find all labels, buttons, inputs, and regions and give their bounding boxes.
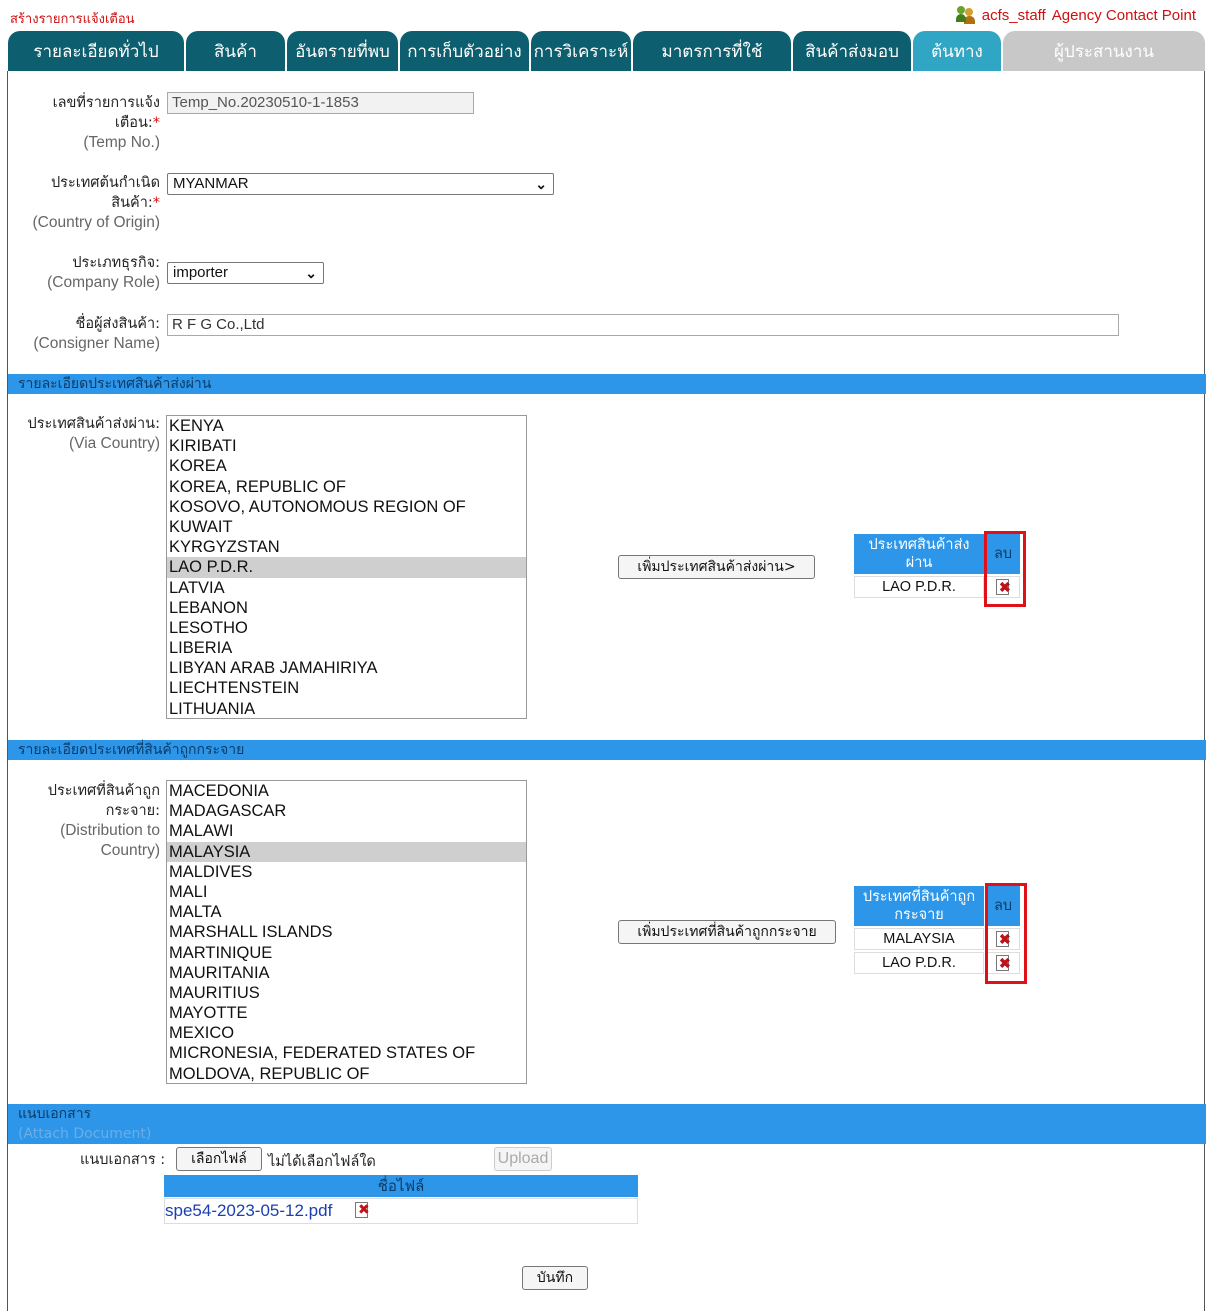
- list-item[interactable]: MALDIVES: [167, 862, 526, 882]
- list-item[interactable]: LESOTHO: [167, 618, 526, 638]
- list-item[interactable]: MADAGASCAR: [167, 801, 526, 821]
- file-table-header: ชื่อไฟล์: [164, 1175, 638, 1197]
- dist-country-listbox[interactable]: MACEDONIA MADAGASCAR MALAWI MALAYSIA MALDIVE…: [166, 780, 527, 1084]
- dist-table-header: ประเทศที่สินค้าถูกกระจาย: [854, 886, 984, 926]
- list-item[interactable]: KOREA: [167, 456, 526, 476]
- dist-section-header: รายละเอียดประเทศที่สินค้าถูกกระจาย: [8, 740, 1206, 760]
- list-item[interactable]: LEBANON: [167, 598, 526, 618]
- temp-no-label: เลขที่รายการแจ้งเตือน:* (Temp No.): [52, 95, 160, 151]
- attach-label: แนบเอกสาร :: [80, 1152, 166, 1168]
- list-item[interactable]: MALAYSIA: [167, 841, 526, 862]
- tab-origin[interactable]: ต้นทาง: [913, 31, 1001, 71]
- list-item[interactable]: KOSOVO, AUTONOMOUS REGION OF: [167, 497, 526, 517]
- list-item[interactable]: KYRGYZSTAN: [167, 537, 526, 557]
- list-item[interactable]: MAYOTTE: [167, 1003, 526, 1023]
- highlight-box: [984, 531, 1026, 607]
- choose-file-button[interactable]: เลือกไฟล์: [176, 1147, 262, 1171]
- tab-hazard-found[interactable]: อันตรายที่พบ: [287, 31, 398, 71]
- role-label: ประเภทธุรกิจ: (Company Role): [47, 255, 160, 291]
- list-item[interactable]: MAURITANIA: [167, 963, 526, 983]
- list-item[interactable]: MARSHALL ISLANDS: [167, 922, 526, 942]
- save-button[interactable]: บันทึก: [522, 1266, 588, 1290]
- user-role: Agency Contact Point: [1051, 6, 1196, 24]
- tab-measures[interactable]: มาตรการที่ใช้: [633, 31, 791, 71]
- list-item[interactable]: KENYA: [167, 416, 526, 436]
- list-item[interactable]: MALAWI: [167, 821, 526, 841]
- tab-general-details[interactable]: รายละเอียดทั่วไป: [8, 31, 184, 71]
- user-name: acfs_staff: [981, 6, 1046, 24]
- origin-select[interactable]: MYANMAR ⌄: [167, 173, 554, 195]
- tab-bar: รายละเอียดทั่วไป สินค้า อันตรายที่พบ การ…: [8, 31, 1206, 71]
- list-item[interactable]: MACEDONIA: [167, 781, 526, 801]
- list-item[interactable]: LIBERIA: [167, 638, 526, 658]
- list-item[interactable]: LIECHTENSTEIN: [167, 678, 526, 698]
- via-table-header: ประเทศสินค้าส่งผ่าน: [854, 534, 984, 574]
- chevron-down-icon: ⌄: [535, 176, 547, 192]
- list-item[interactable]: LATVIA: [167, 578, 526, 598]
- list-item[interactable]: MALTA: [167, 902, 526, 922]
- table-row: spe54-2023-05-12.pdf ✖: [164, 1198, 638, 1224]
- tab-analysis[interactable]: การวิเคราะห์: [531, 31, 631, 71]
- list-item[interactable]: LIBYAN ARAB JAMAHIRIYA: [167, 658, 526, 678]
- no-file-text: ไม่ได้เลือกไฟล์ใด: [268, 1154, 376, 1170]
- tab-coordinator[interactable]: ผู้ประสานงาน: [1003, 31, 1205, 71]
- list-item[interactable]: LAO P.D.R.: [167, 557, 526, 578]
- consigner-input[interactable]: R F G Co.,Ltd: [167, 314, 1119, 336]
- dist-country-cell: LAO P.D.R.: [854, 952, 984, 974]
- role-select[interactable]: importer ⌄: [167, 262, 324, 284]
- tab-product[interactable]: สินค้า: [186, 31, 285, 71]
- chevron-down-icon: ⌄: [305, 265, 317, 281]
- tab-delivered-goods[interactable]: สินค้าส่งมอบ: [793, 31, 911, 71]
- attach-section-title: แนบเอกสาร: [18, 1106, 92, 1122]
- add-dist-country-button[interactable]: เพิ่มประเทศที่สินค้าถูกกระจาย: [618, 920, 836, 944]
- page-title: สร้างรายการแจ้งเตือน: [10, 12, 135, 27]
- users-icon: [955, 6, 976, 24]
- file-link[interactable]: spe54-2023-05-12.pdf: [165, 1201, 332, 1221]
- dist-label: ประเทศที่สินค้าถูกกระจาย: (Distribution …: [47, 783, 160, 859]
- list-item[interactable]: MICRONESIA, FEDERATED STATES OF: [167, 1043, 526, 1063]
- add-via-country-button[interactable]: เพิ่มประเทศสินค้าส่งผ่าน>: [618, 555, 815, 579]
- attach-section-header: แนบเอกสาร (Attach Document): [8, 1104, 1206, 1144]
- user-info: acfs_staff Agency Contact Point: [955, 6, 1196, 24]
- via-country-cell: LAO P.D.R.: [854, 576, 984, 598]
- list-item[interactable]: MAURITIUS: [167, 983, 526, 1003]
- dist-country-cell: MALAYSIA: [854, 928, 984, 950]
- list-item[interactable]: MOLDOVA, REPUBLIC OF: [167, 1064, 526, 1083]
- delete-file-icon[interactable]: ✖: [355, 1202, 370, 1218]
- via-label: ประเทศสินค้าส่งผ่าน: (Via Country): [27, 416, 160, 452]
- list-item[interactable]: MARTINIQUE: [167, 943, 526, 963]
- attach-section-subtitle: (Attach Document): [18, 1126, 152, 1142]
- tab-sampling[interactable]: การเก็บตัวอย่าง: [400, 31, 529, 71]
- consigner-label: ชื่อผู้ส่งสินค้า: (Consigner Name): [33, 316, 160, 352]
- temp-no-field[interactable]: Temp_No.20230510-1-1853: [167, 92, 474, 114]
- via-section-header: รายละเอียดประเทศสินค้าส่งผ่าน: [8, 374, 1206, 394]
- list-item[interactable]: LITHUANIA: [167, 699, 526, 718]
- origin-label: ประเทศต้นกำเนิดสินค้า:* (Country of Orig…: [32, 175, 160, 231]
- via-country-listbox[interactable]: KENYA KIRIBATI KOREA KOREA, REPUBLIC OF KOSO…: [166, 415, 527, 719]
- list-item[interactable]: KOREA, REPUBLIC OF: [167, 477, 526, 497]
- list-item[interactable]: MALI: [167, 882, 526, 902]
- upload-button[interactable]: Upload: [494, 1147, 552, 1171]
- list-item[interactable]: KUWAIT: [167, 517, 526, 537]
- list-item[interactable]: KIRIBATI: [167, 436, 526, 456]
- highlight-box: [985, 883, 1027, 984]
- list-item[interactable]: MEXICO: [167, 1023, 526, 1043]
